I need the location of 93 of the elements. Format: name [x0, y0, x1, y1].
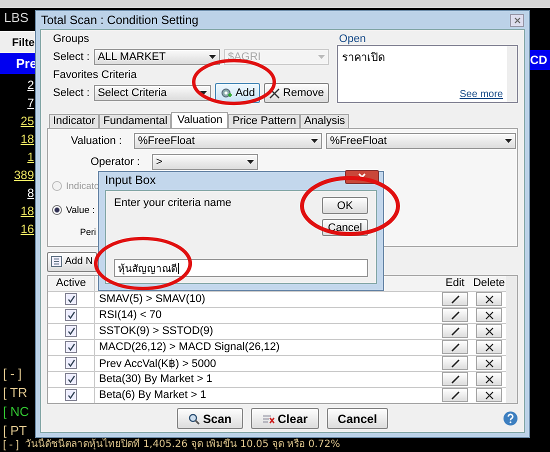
window-title: Input Box — [105, 173, 156, 187]
tab[interactable]: Valuation — [171, 112, 228, 128]
price-value: 7 — [27, 97, 34, 110]
gear-icon — [220, 87, 232, 99]
checkbox[interactable] — [65, 389, 77, 402]
field-label: Operator : — [89, 156, 141, 168]
news-tag: [ PT — [3, 423, 40, 438]
section-label: Favorites Criteria — [53, 69, 138, 81]
caret-icon — [208, 55, 216, 59]
tab[interactable]: Fundamental — [99, 114, 172, 128]
delete-button[interactable] — [476, 324, 502, 338]
table-cell-text: Beta(6) By Market > 1 — [98, 389, 208, 402]
news-tag: [ TR — [3, 385, 40, 400]
edit-button[interactable] — [442, 356, 468, 370]
see-more-link[interactable]: See more — [460, 89, 503, 100]
checkbox[interactable] — [65, 309, 77, 322]
price-value: 18 — [20, 133, 34, 146]
edit-button[interactable] — [442, 308, 468, 322]
checkbox[interactable] — [65, 341, 77, 354]
checkbox[interactable] — [65, 325, 77, 338]
header-label: LBS — [3, 10, 30, 25]
caret-icon — [247, 160, 254, 164]
price-value: 389 — [14, 169, 34, 182]
edit-button[interactable] — [442, 292, 468, 306]
checkbox[interactable] — [65, 373, 77, 386]
add-new-button[interactable]: Add N — [47, 252, 97, 272]
radio-label: Value : — [66, 204, 95, 216]
table-cell-text: SSTOK(9) > SSTOD(9) — [98, 325, 214, 338]
scan-button[interactable]: Scan — [176, 408, 243, 429]
column-header: Edit — [444, 277, 466, 290]
price-value: 1 — [27, 151, 34, 164]
description-text: ราคาเปิด — [342, 50, 386, 66]
caret-icon — [200, 91, 208, 95]
price-value: 8 — [27, 187, 34, 200]
valuation-dropdown[interactable]: %FreeFloat — [134, 133, 322, 149]
help-icon[interactable] — [503, 411, 518, 426]
tab[interactable]: Analysis — [300, 114, 350, 128]
column-header: Active — [48, 276, 95, 291]
radio-label: Indicato — [66, 180, 100, 192]
operator-dropdown[interactable]: > — [152, 154, 258, 170]
delete-button[interactable] — [476, 340, 502, 354]
table-cell-text: SMAV(5) > SMAV(10) — [98, 293, 206, 306]
table-cell-text: Beta(30) By Market > 1 — [98, 373, 214, 386]
criteria-dropdown[interactable]: Select Criteria — [94, 85, 212, 101]
field-label: Valuation : — [70, 135, 123, 147]
clear-button[interactable]: Clear — [250, 408, 319, 429]
price-value: 18 — [20, 205, 34, 218]
field-label: Select : — [53, 87, 90, 99]
valuation-dropdown[interactable]: %FreeFloat — [326, 133, 516, 149]
section-label: Open — [339, 33, 367, 45]
market-dropdown[interactable]: ALL MARKET — [94, 49, 220, 65]
window-title: Total Scan : Condition Setting — [41, 13, 198, 27]
field-label: Peri — [79, 227, 98, 237]
scrollbar[interactable] — [506, 276, 517, 403]
delete-button[interactable] — [476, 388, 502, 402]
price-value: 25 — [20, 115, 34, 128]
news-tag: [ - ] — [3, 366, 40, 381]
edit-button[interactable] — [442, 388, 468, 402]
table-cell-text: RSI(14) < 70 — [98, 309, 163, 322]
radio-button[interactable] — [52, 205, 62, 215]
checkbox[interactable] — [65, 357, 77, 370]
caret-icon — [311, 139, 318, 143]
news-tag: [ - ] — [3, 439, 19, 451]
delete-button[interactable] — [476, 308, 502, 322]
search-icon — [188, 412, 200, 424]
column-header: CD — [530, 50, 550, 70]
table-cell-text: MACD(26,12) > MACD Signal(26,12) — [98, 341, 281, 354]
edit-button[interactable] — [442, 324, 468, 338]
edit-button[interactable] — [442, 372, 468, 386]
caret-icon — [318, 55, 325, 59]
delete-button[interactable] — [476, 292, 502, 306]
column-header: Delete — [473, 277, 505, 290]
ok-button[interactable]: OK — [322, 197, 368, 214]
remove-button[interactable]: Remove — [264, 83, 329, 103]
field-label: Select : — [53, 51, 90, 63]
delete-button[interactable] — [476, 372, 502, 386]
price-value: 16 — [20, 223, 34, 236]
input-field[interactable]: หุ้นสัญญาณดี — [114, 259, 368, 277]
section-label: Groups — [53, 33, 90, 45]
scrollbar[interactable] — [507, 46, 517, 102]
close-button[interactable] — [510, 14, 524, 26]
cancel-button[interactable]: Cancel — [326, 408, 388, 429]
prompt-text: Enter your criteria name — [114, 197, 232, 211]
list-icon — [51, 256, 62, 268]
news-tag: [ NC — [3, 404, 40, 419]
caret-icon — [505, 139, 512, 143]
tab[interactable]: Indicator — [49, 114, 100, 128]
tab[interactable]: Price Pattern — [228, 114, 300, 128]
edit-button[interactable] — [442, 340, 468, 354]
delete-button[interactable] — [476, 356, 502, 370]
checkbox[interactable] — [65, 293, 77, 306]
price-value: 2 — [27, 79, 34, 92]
table-cell-text: Prev AccVal(K฿) > 5000 — [98, 356, 218, 370]
